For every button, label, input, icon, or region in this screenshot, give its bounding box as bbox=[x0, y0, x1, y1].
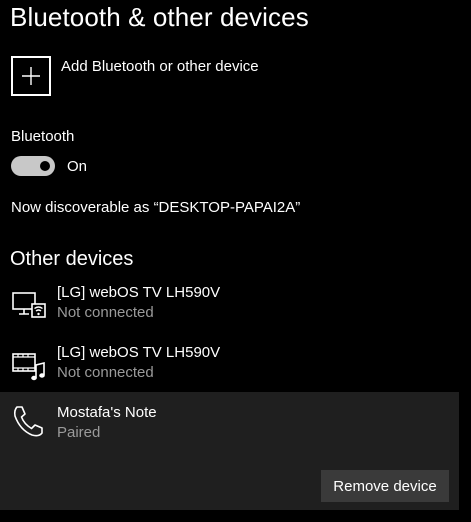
toggle-knob bbox=[40, 161, 50, 171]
device-name: Mostafa's Note bbox=[57, 404, 157, 421]
toggle-state-label: On bbox=[67, 158, 88, 175]
plus-icon bbox=[22, 67, 40, 85]
remove-device-button[interactable]: Remove device bbox=[321, 470, 449, 502]
bluetooth-heading: Bluetooth bbox=[11, 128, 75, 145]
device-status: Not connected bbox=[57, 304, 154, 321]
add-device-button[interactable] bbox=[11, 56, 51, 96]
device-status: Not connected bbox=[57, 364, 154, 381]
device-item[interactable]: [LG] webOS TV LH590V Not connected bbox=[0, 280, 459, 340]
device-name: [LG] webOS TV LH590V bbox=[57, 284, 221, 301]
device-item[interactable]: [LG] webOS TV LH590V Not connected bbox=[0, 340, 459, 400]
bluetooth-toggle[interactable] bbox=[11, 156, 55, 176]
display-wireless-icon bbox=[12, 292, 46, 318]
media-device-icon bbox=[12, 353, 45, 381]
other-devices-title: Other devices bbox=[10, 248, 134, 270]
page-title: Bluetooth & other devices bbox=[10, 2, 309, 32]
device-status: Paired bbox=[57, 424, 101, 441]
discoverable-text: Now discoverable as “DESKTOP-PAPAI2A” bbox=[11, 199, 301, 216]
device-name: [LG] webOS TV LH590V bbox=[57, 344, 221, 361]
add-device-label[interactable]: Add Bluetooth or other device bbox=[61, 58, 259, 75]
phone-icon bbox=[13, 406, 43, 437]
